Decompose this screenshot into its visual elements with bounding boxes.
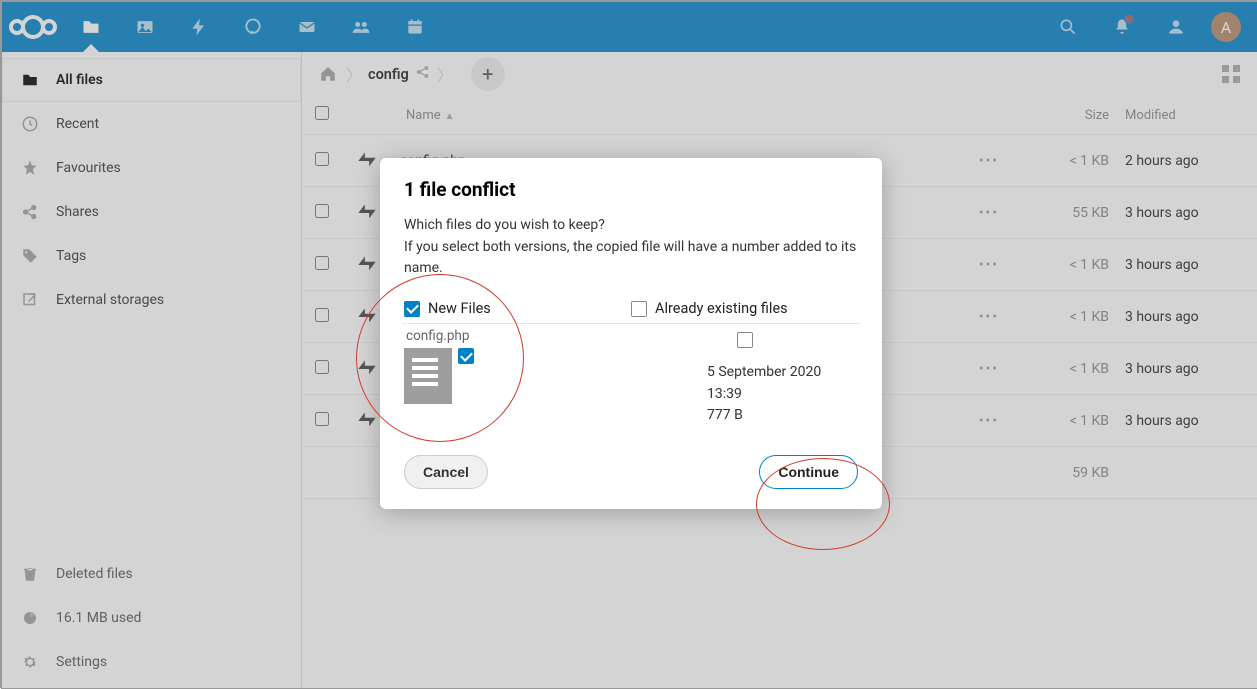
- new-files-label: New Files: [428, 300, 491, 317]
- existing-files-label: Already existing files: [655, 300, 788, 317]
- dialog-text: Which files do you wish to keep? If you …: [404, 215, 858, 280]
- dialog-title: 1 file conflict: [404, 178, 858, 201]
- new-file-item-checkbox[interactable]: [458, 348, 474, 364]
- continue-button[interactable]: Continue: [759, 455, 858, 489]
- conflict-filename: config.php: [406, 328, 631, 344]
- existing-file-details: 5 September 2020 13:39 777 B: [631, 362, 858, 427]
- new-files-checkbox[interactable]: [404, 301, 420, 317]
- conflict-dialog: 1 file conflict Which files do you wish …: [380, 158, 882, 509]
- existing-files-checkbox[interactable]: [631, 301, 647, 317]
- existing-file-item-checkbox[interactable]: [737, 332, 753, 348]
- cancel-button[interactable]: Cancel: [404, 455, 488, 489]
- file-thumb-icon: [404, 348, 452, 404]
